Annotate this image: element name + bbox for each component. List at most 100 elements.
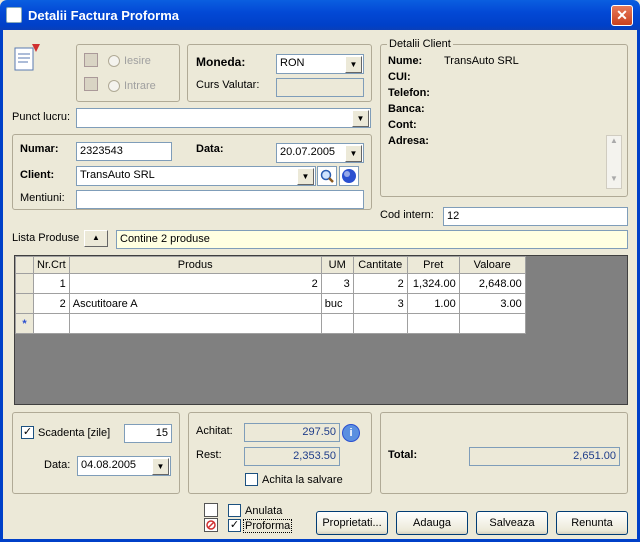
cell-valoare[interactable] (458, 313, 526, 334)
cell-cantitate[interactable]: 2 (352, 273, 408, 294)
cell-produs[interactable] (68, 313, 322, 334)
due-date-label: Data: (44, 459, 71, 471)
products-grid[interactable]: Nr.Crt Produs UM Cantitate Pret Valoare … (14, 255, 628, 405)
column-header[interactable]: Valoare (458, 256, 526, 274)
total-field: 2,651.00 (469, 447, 620, 466)
cui-label: CUI: (388, 71, 411, 83)
cell-um[interactable] (320, 313, 354, 334)
cell-um[interactable]: buc (320, 293, 354, 314)
mentiuni-field[interactable] (76, 190, 364, 209)
anulata-checkbox[interactable] (228, 504, 241, 517)
chevron-up-icon: ▲ (92, 233, 100, 242)
telefon-label: Telefon: (388, 87, 430, 99)
cell-produs[interactable]: Ascutitoare A (68, 293, 322, 314)
anulata-label: Anulata (245, 505, 283, 517)
nume-value: TransAuto SRL (444, 55, 519, 67)
client-info-button[interactable] (339, 166, 359, 186)
cell-nr[interactable] (33, 313, 70, 334)
new-row[interactable]: * (15, 313, 526, 334)
cont-label: Cont: (388, 119, 417, 131)
scroll-up-icon[interactable]: ▲ (607, 136, 621, 150)
intrare-label: Intrare (124, 80, 156, 92)
close-button[interactable]: ✕ (611, 5, 633, 26)
client-select[interactable]: TransAuto SRL (76, 166, 316, 186)
cod-intern-field[interactable]: 12 (443, 207, 628, 226)
globe-icon (342, 169, 356, 183)
proforma-icon (204, 518, 218, 532)
intrare-radio[interactable] (108, 80, 120, 92)
intrare-icon (84, 77, 98, 91)
cell-pret[interactable] (406, 313, 460, 334)
iesire-radio[interactable] (108, 55, 120, 67)
row-selector[interactable] (15, 273, 34, 294)
app-icon (6, 7, 22, 23)
products-table: Nr.Crt Produs UM Cantitate Pret Valoare … (15, 256, 526, 334)
cell-cantitate[interactable]: 3 (352, 293, 408, 314)
punct-lucru-label: Punct lucru: (12, 111, 71, 123)
cell-valoare[interactable]: 2,648.00 (458, 273, 526, 294)
scadenta-checkbox[interactable]: ✓ (21, 426, 34, 439)
chevron-down-icon[interactable]: ▼ (297, 168, 314, 185)
rest-field[interactable]: 2,353.50 (244, 447, 340, 466)
renunta-button[interactable]: Renunta (556, 511, 628, 535)
chevron-down-icon[interactable]: ▼ (152, 458, 169, 475)
table-row[interactable]: 2 Ascutitoare A buc 3 1.00 3.00 (15, 293, 526, 314)
chevron-down-icon[interactable]: ▼ (352, 110, 369, 127)
currency-label: Moneda: (196, 55, 246, 69)
punct-lucru-select[interactable] (76, 108, 371, 128)
chevron-down-icon[interactable]: ▼ (345, 145, 362, 162)
cell-nr[interactable]: 2 (33, 293, 70, 314)
table-row[interactable]: 1 2 3 2 1,324.00 2,648.00 (15, 273, 526, 294)
cell-produs[interactable]: 2 (68, 273, 322, 294)
iesire-label: Iesire (124, 55, 151, 67)
info-icon: i (349, 427, 353, 439)
cod-intern-label: Cod intern: (380, 209, 434, 221)
cell-pret[interactable]: 1,324.00 (406, 273, 460, 294)
client-details-legend: Detalii Client (387, 38, 453, 50)
new-row-marker[interactable]: * (15, 313, 34, 334)
rate-label: Curs Valutar: (196, 79, 260, 91)
anulata-icon (204, 503, 218, 517)
column-header[interactable]: Nr.Crt (33, 256, 70, 274)
achitat-field[interactable]: 297.50 (244, 423, 340, 442)
scroll-down-icon[interactable]: ▼ (607, 174, 621, 188)
cell-um[interactable]: 3 (320, 273, 354, 294)
cell-cantitate[interactable] (352, 313, 408, 334)
cell-pret[interactable]: 1.00 (406, 293, 460, 314)
numar-label: Numar: (20, 143, 59, 155)
search-client-button[interactable] (317, 166, 337, 186)
scadenta-days-field[interactable]: 15 (124, 424, 172, 443)
achitat-label: Achitat: (196, 425, 233, 437)
banca-label: Banca: (388, 103, 425, 115)
achita-la-salvare-label: Achita la salvare (262, 474, 343, 486)
payment-info-button[interactable]: i (342, 424, 360, 442)
column-header[interactable]: UM (320, 256, 354, 274)
cell-valoare[interactable]: 3.00 (458, 293, 526, 314)
search-icon (320, 169, 334, 183)
numar-field[interactable]: 2323543 (76, 142, 172, 161)
scadenta-label: Scadenta [zile] (38, 427, 111, 439)
proprietati-button[interactable]: Proprietati... (316, 511, 388, 535)
row-selector[interactable] (15, 293, 34, 314)
table-header-row: Nr.Crt Produs UM Cantitate Pret Valoare (15, 256, 526, 274)
proforma-label: Proforma (243, 519, 293, 533)
column-header[interactable]: Cantitate (352, 256, 408, 274)
salveaza-button[interactable]: Salveaza (476, 511, 548, 535)
collapse-products-button[interactable]: ▲ (84, 230, 108, 247)
mentiuni-label: Mentiuni: (20, 192, 65, 204)
adauga-button[interactable]: Adauga (396, 511, 468, 535)
rate-field[interactable] (276, 78, 364, 97)
nume-label: Nume: (388, 55, 423, 67)
proforma-checkbox[interactable]: ✓ (228, 519, 241, 532)
adresa-label: Adresa: (388, 135, 429, 147)
adresa-scrollbar[interactable]: ▲ ▼ (606, 135, 622, 189)
iesire-icon (84, 53, 98, 67)
products-summary: Contine 2 produse (116, 230, 628, 249)
window-title: Detalii Factura Proforma (28, 8, 179, 23)
achita-la-salvare-checkbox[interactable] (245, 473, 258, 486)
rest-label: Rest: (196, 449, 222, 461)
chevron-down-icon[interactable]: ▼ (345, 56, 362, 73)
column-header[interactable]: Pret (406, 256, 460, 274)
cell-nr[interactable]: 1 (33, 273, 70, 294)
column-header[interactable]: Produs (68, 256, 322, 274)
